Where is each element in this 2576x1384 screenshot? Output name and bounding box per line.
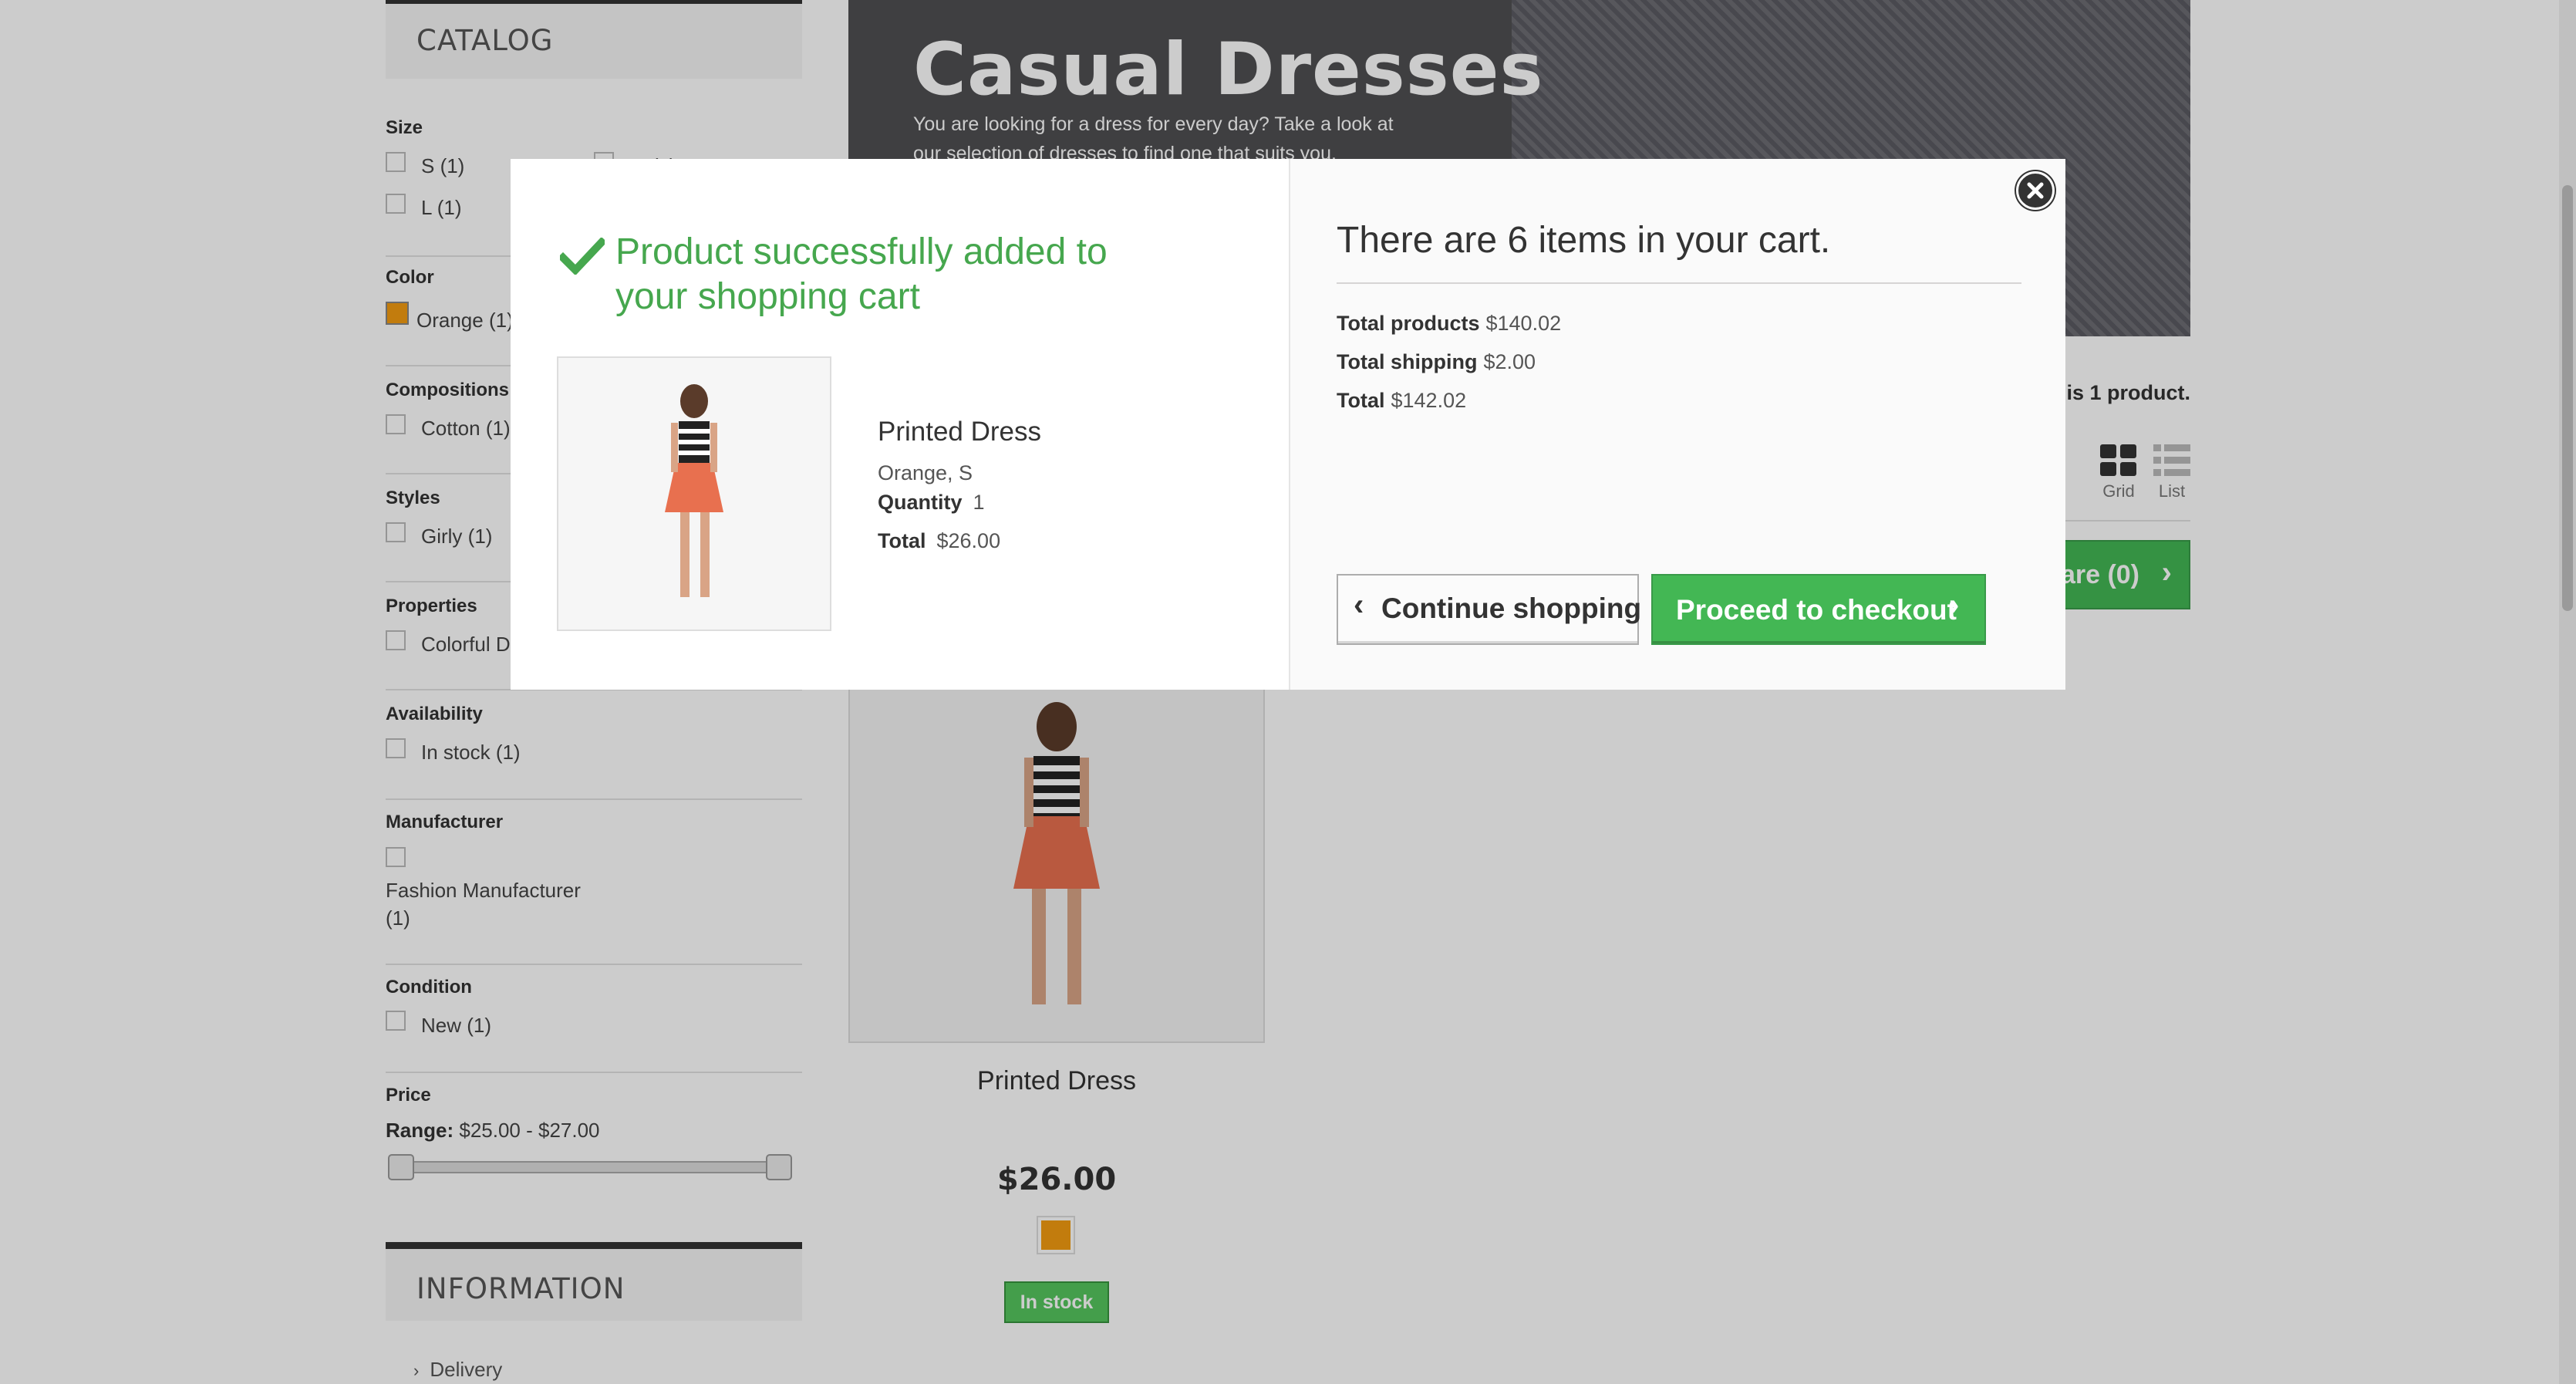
total-shipping-label: Total shipping (1337, 350, 1478, 373)
product-total-label: Total (878, 529, 926, 552)
cart-modal-product-panel: Product successfully added to your shopp… (511, 159, 1288, 690)
check-icon (560, 238, 605, 275)
cart-modal: Product successfully added to your shopp… (511, 159, 2065, 690)
total-products-row: Total products $140.02 (1337, 312, 1561, 336)
total-shipping-row: Total shipping $2.00 (1337, 350, 1536, 374)
total-products-value: $140.02 (1485, 312, 1562, 335)
continue-shopping-button[interactable]: ‹ Continue shopping (1337, 574, 1642, 645)
cart-product-total: Total $26.00 (878, 529, 1000, 553)
close-modal-button[interactable] (2016, 171, 2055, 210)
cart-product-name: Printed Dress (878, 417, 1042, 447)
chevron-right-icon: › (1949, 588, 1960, 622)
close-icon (2027, 182, 2044, 199)
cart-total-value: $142.02 (1391, 389, 1467, 412)
quantity-label: Quantity (878, 491, 963, 514)
quantity-value: 1 (973, 491, 985, 514)
proceed-to-checkout-button[interactable]: Proceed to checkout › (1651, 574, 1986, 645)
divider (1337, 282, 2021, 284)
total-products-label: Total products (1337, 312, 1480, 335)
proceed-to-checkout-label: Proceed to checkout (1676, 594, 1957, 626)
dress-model-thumbnail (558, 358, 830, 630)
product-total-value: $26.00 (936, 529, 1001, 552)
cart-product-quantity: Quantity 1 (878, 491, 985, 515)
cart-product-thumbnail (557, 356, 831, 631)
total-shipping-value: $2.00 (1483, 350, 1536, 373)
cart-items-summary: There are 6 items in your cart. (1337, 220, 1831, 261)
success-message: Product successfully added to your shopp… (615, 231, 1108, 317)
cart-total-label: Total (1337, 389, 1385, 412)
cart-total-row: Total $142.02 (1337, 389, 1466, 413)
cart-modal-summary-panel: There are 6 items in your cart. Total pr… (1289, 159, 2065, 690)
chevron-left-icon: ‹ (1354, 588, 1364, 622)
cart-product-attributes: Orange, S (878, 461, 973, 484)
continue-shopping-label: Continue shopping (1381, 592, 1642, 624)
